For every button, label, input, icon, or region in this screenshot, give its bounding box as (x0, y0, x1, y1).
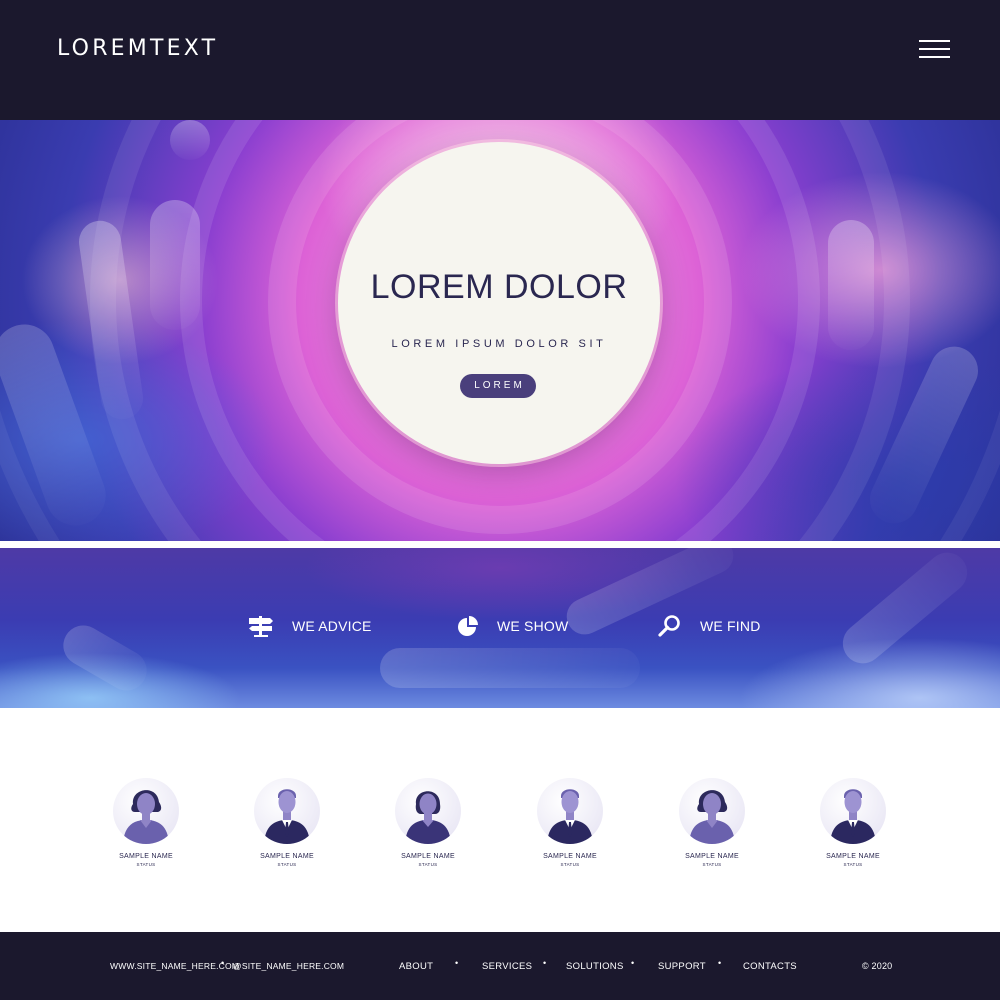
site-header: LOREMTEXT (0, 0, 1000, 120)
footer-website-link[interactable]: WWW.SITE_NAME_HERE.COM (110, 961, 239, 971)
footer-separator: • (543, 958, 547, 968)
female-avatar-icon (395, 778, 461, 844)
male-avatar-icon (537, 778, 603, 844)
features-light-streak (56, 618, 154, 698)
footer-copyright: © 2020 (862, 961, 893, 971)
footer-nav-contacts[interactable]: CONTACTS (743, 961, 797, 972)
member-status: STATUS (843, 862, 863, 867)
footer-separator: • (455, 958, 459, 968)
hero-light-streak (150, 200, 200, 330)
site-logo[interactable]: LOREMTEXT (57, 36, 218, 61)
member-name: SAMPLE NAME (685, 853, 739, 860)
team-member[interactable]: SAMPLE NAME STATUS (520, 778, 620, 867)
footer-separator: • (221, 958, 225, 968)
footer-nav-about[interactable]: ABOUT (399, 961, 433, 972)
male-avatar-icon (820, 778, 886, 844)
member-status: STATUS (136, 862, 156, 867)
footer-nav-support[interactable]: SUPPORT (658, 961, 706, 972)
features-light-streak (380, 648, 640, 688)
hero-light-streak (828, 220, 874, 350)
team-member[interactable]: SAMPLE NAME STATUS (237, 778, 337, 867)
hamburger-menu-icon[interactable] (918, 38, 952, 60)
member-name: SAMPLE NAME (260, 853, 314, 860)
feature-label: WE ADVICE (292, 618, 372, 634)
site-footer: WWW.SITE_NAME_HERE.COM • @SITE_NAME_HERE… (0, 932, 1000, 1000)
footer-separator: • (718, 958, 722, 968)
female-avatar-icon (679, 778, 745, 844)
pie-chart-icon (457, 615, 479, 637)
feature-label: WE SHOW (497, 618, 569, 634)
member-name: SAMPLE NAME (826, 853, 880, 860)
team-member[interactable]: SAMPLE NAME STATUS (662, 778, 762, 867)
footer-social-handle[interactable]: @SITE_NAME_HERE.COM (233, 961, 344, 971)
member-status: STATUS (418, 862, 438, 867)
member-name: SAMPLE NAME (401, 853, 455, 860)
feature-we-find[interactable]: WE FIND (658, 612, 761, 640)
feature-label: WE FIND (700, 618, 761, 634)
feature-we-show[interactable]: WE SHOW (457, 612, 568, 640)
hero-subtitle: LOREM IPSUM DOLOR SIT (391, 338, 607, 350)
footer-nav-solutions[interactable]: SOLUTIONS (566, 961, 624, 972)
signpost-icon (248, 615, 274, 637)
hero-content-circle: LOREM DOLOR LOREM IPSUM DOLOR SIT LOREM (338, 142, 660, 464)
member-name: SAMPLE NAME (543, 853, 597, 860)
features-light-streak (834, 548, 976, 672)
member-status: STATUS (702, 862, 722, 867)
female-avatar-icon (113, 778, 179, 844)
footer-separator: • (631, 958, 635, 968)
hero-light-streak (170, 120, 210, 160)
team-member[interactable]: SAMPLE NAME STATUS (96, 778, 196, 867)
features-band: WE ADVICE WE SHOW WE FIND (0, 548, 1000, 708)
member-name: SAMPLE NAME (119, 853, 173, 860)
hero-banner: LOREM DOLOR LOREM IPSUM DOLOR SIT LOREM (0, 120, 1000, 541)
footer-nav-services[interactable]: SERVICES (482, 961, 532, 972)
member-status: STATUS (277, 862, 297, 867)
hero-title: LOREM DOLOR (370, 268, 628, 306)
team-member[interactable]: SAMPLE NAME STATUS (378, 778, 478, 867)
hero-cta-button[interactable]: LOREM (460, 374, 536, 398)
feature-we-advice[interactable]: WE ADVICE (248, 612, 372, 640)
team-section: SAMPLE NAME STATUS SAMPLE NAME STATUS SA… (0, 708, 1000, 932)
team-member[interactable]: SAMPLE NAME STATUS (803, 778, 903, 867)
male-avatar-icon (254, 778, 320, 844)
member-status: STATUS (560, 862, 580, 867)
magnifier-icon (658, 614, 682, 638)
